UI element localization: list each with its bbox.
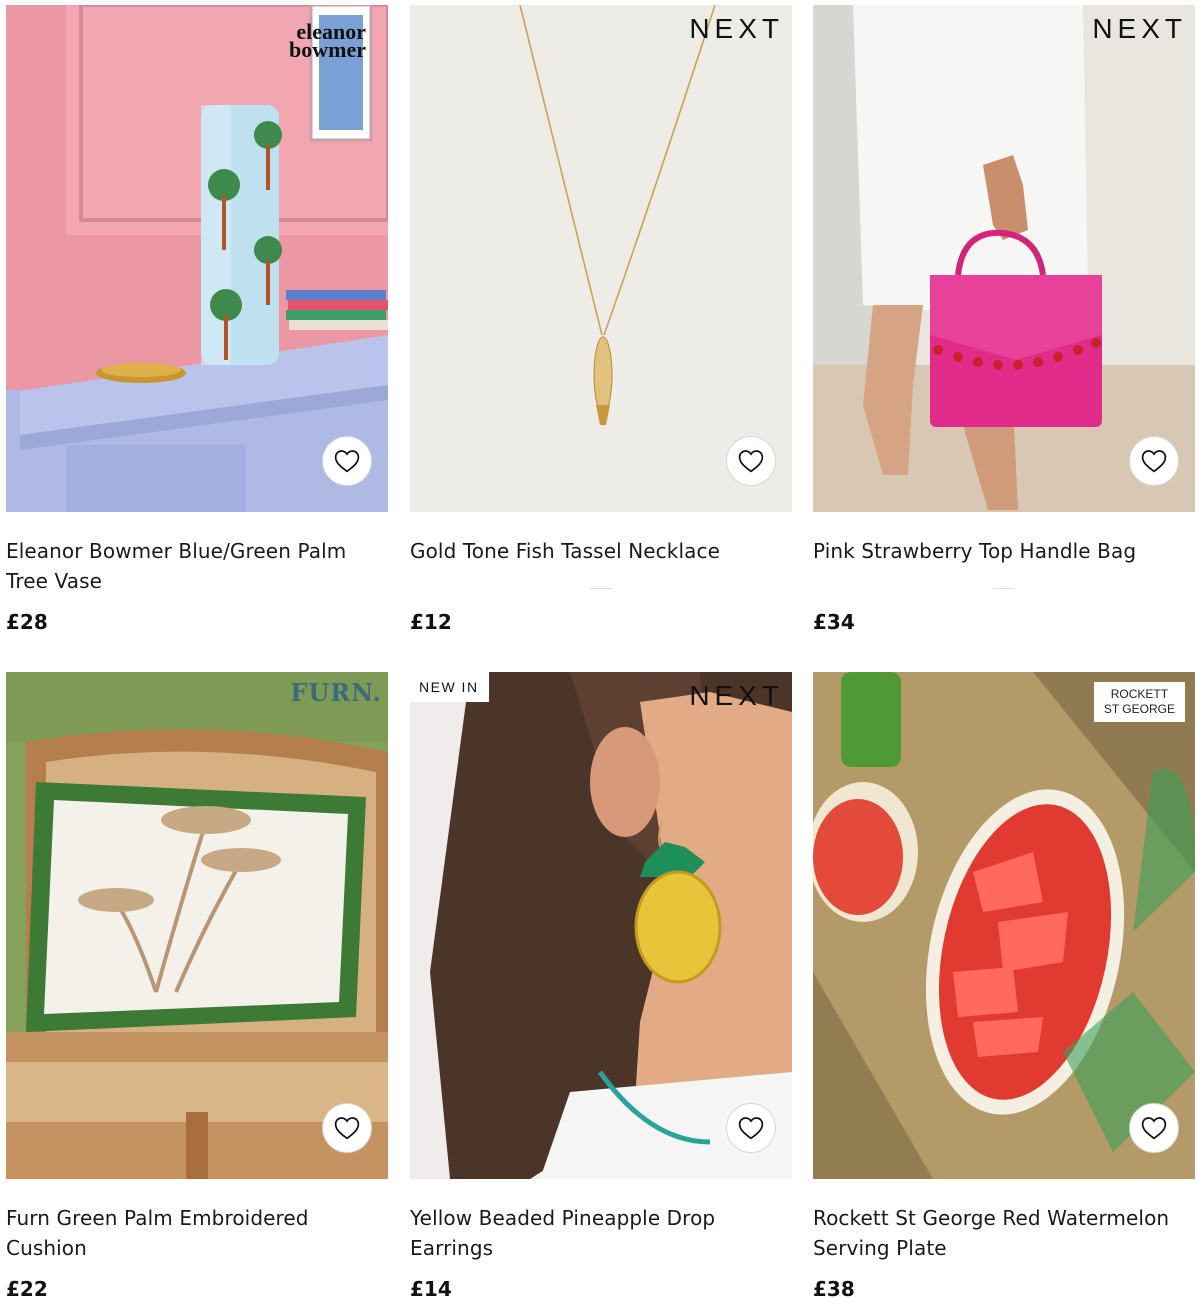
title-divider	[590, 588, 612, 589]
product-card[interactable]: FURN. Furn Green Palm Embroidered Cushio…	[6, 672, 388, 1298]
necklace-photo	[410, 5, 792, 512]
product-card[interactable]: NEXT Gold Tone Fish Tassel Necklace £12	[410, 5, 792, 634]
handbag-photo	[813, 5, 1195, 512]
favorite-button[interactable]	[726, 436, 776, 486]
heart-outline-icon	[1141, 450, 1167, 473]
favorite-button[interactable]	[322, 1103, 372, 1153]
brand-logo: NEXT	[1092, 13, 1187, 44]
product-price: £12	[410, 610, 452, 634]
brand-logo: eleanor bowmer	[289, 21, 366, 62]
product-price: £22	[6, 1277, 48, 1298]
brand-logo-line2: ST GEORGE	[1103, 702, 1175, 716]
product-grid: eleanor bowmer Eleanor Bowmer Blue/Green …	[0, 0, 1200, 1298]
vase-photo	[6, 5, 388, 512]
brand-logo-word: bowmer	[289, 36, 366, 62]
product-price: £34	[813, 610, 855, 634]
brand-logo: NEXT	[689, 13, 784, 44]
favorite-button[interactable]	[322, 436, 372, 486]
favorite-button[interactable]	[1129, 1103, 1179, 1153]
heart-outline-icon	[1141, 1117, 1167, 1140]
heart-outline-icon	[738, 1117, 764, 1140]
product-image[interactable]: FURN.	[6, 672, 388, 1179]
product-image[interactable]: NEW IN NEXT	[410, 672, 792, 1179]
favorite-button[interactable]	[726, 1103, 776, 1153]
product-title[interactable]: Eleanor Bowmer Blue/Green Palm Tree Vase	[6, 536, 388, 596]
product-title[interactable]: Pink Strawberry Top Handle Bag	[813, 536, 1195, 596]
brand-logo: FURN.	[290, 678, 382, 707]
heart-outline-icon	[738, 450, 764, 473]
favorite-button[interactable]	[1129, 436, 1179, 486]
product-image[interactable]: NEXT	[410, 5, 792, 512]
product-card[interactable]: NEW IN NEXT Yellow Beaded Pineapple Drop…	[410, 672, 792, 1298]
title-divider	[993, 588, 1015, 589]
heart-outline-icon	[334, 1117, 360, 1140]
product-card[interactable]: ROCKETT ST GEORGE Rockett St George Red …	[813, 672, 1195, 1298]
product-card[interactable]: eleanor bowmer Eleanor Bowmer Blue/Green …	[6, 5, 388, 634]
heart-outline-icon	[334, 450, 360, 473]
brand-logo: NEXT	[689, 680, 784, 711]
product-image[interactable]: ROCKETT ST GEORGE	[813, 672, 1195, 1179]
product-price: £14	[410, 1277, 452, 1298]
product-title[interactable]: Yellow Beaded Pineapple Drop Earrings	[410, 1203, 792, 1263]
product-price: £28	[6, 610, 48, 634]
new-in-badge: NEW IN	[410, 672, 489, 702]
product-title[interactable]: Gold Tone Fish Tassel Necklace	[410, 536, 792, 596]
product-card[interactable]: NEXT Pink Strawberry Top Handle Bag £34	[813, 5, 1195, 634]
brand-logo-line1: ROCKETT	[1110, 687, 1169, 701]
product-image[interactable]: eleanor bowmer	[6, 5, 388, 512]
product-title[interactable]: Furn Green Palm Embroidered Cushion	[6, 1203, 388, 1263]
product-image[interactable]: NEXT	[813, 5, 1195, 512]
earrings-photo	[410, 672, 792, 1179]
brand-logo: ROCKETT ST GEORGE	[1093, 682, 1185, 722]
product-price: £38	[813, 1277, 855, 1298]
product-title[interactable]: Rockett St George Red Watermelon Serving…	[813, 1203, 1195, 1263]
cushion-photo	[6, 672, 388, 1179]
serving-plate-photo	[813, 672, 1195, 1179]
